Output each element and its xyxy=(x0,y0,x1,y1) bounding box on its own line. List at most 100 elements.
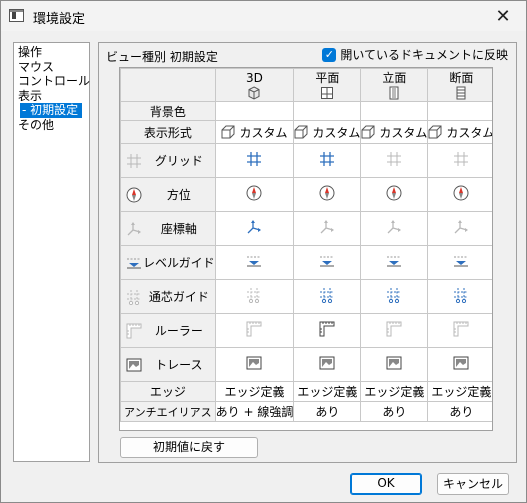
ok-button[interactable]: OK xyxy=(350,473,422,495)
core-guide-icon xyxy=(127,289,141,305)
col-header-plan[interactable]: 平面 xyxy=(293,68,362,102)
row-label-trace: トレース xyxy=(120,347,216,382)
style-value: カスタム xyxy=(446,125,493,140)
category-list[interactable]: 操作 マウス コントロール 表示 - 初期設定 その他 xyxy=(13,42,90,462)
axes-icon xyxy=(320,220,335,234)
edge-cell-3d[interactable]: エッジ定義 xyxy=(214,381,295,402)
row-label-background: 背景色 xyxy=(120,101,216,121)
bg-color-elevation[interactable] xyxy=(360,101,429,121)
level-guide-icon xyxy=(320,256,335,267)
nav-item-other[interactable]: その他 xyxy=(18,118,89,133)
edge-cell-section[interactable]: エッジ定義 xyxy=(427,381,492,402)
level-guide-cell-3d[interactable] xyxy=(214,245,295,280)
corner-cell xyxy=(120,68,216,102)
nav-item-mouse[interactable]: マウス xyxy=(18,60,89,75)
compass-cell-3d[interactable] xyxy=(214,177,295,212)
core-guide-icon xyxy=(387,288,402,304)
close-button[interactable]: ✕ xyxy=(480,1,526,31)
level-guide-icon xyxy=(454,256,469,267)
core-guide-cell-section[interactable] xyxy=(427,279,492,314)
compass-cell-plan[interactable] xyxy=(293,177,362,212)
trace-cell-section[interactable] xyxy=(427,347,492,382)
core-guide-cell-plan[interactable] xyxy=(293,279,362,314)
nav-item-display[interactable]: 表示 xyxy=(18,89,89,104)
core-guide-cell-elevation[interactable] xyxy=(360,279,429,314)
ruler-cell-plan[interactable] xyxy=(293,313,362,348)
level-guide-cell-elevation[interactable] xyxy=(360,245,429,280)
ruler-cell-3d[interactable] xyxy=(214,313,295,348)
cancel-button[interactable]: キャンセル xyxy=(437,473,509,495)
antialias-cell-elevation[interactable]: あり xyxy=(360,401,429,422)
col-header-3d[interactable]: 3D xyxy=(214,68,295,102)
window-title: 環境設定 xyxy=(33,12,86,27)
grid-icon xyxy=(320,152,335,166)
row-label-text: エッジ xyxy=(149,385,186,399)
section-icon xyxy=(456,86,466,99)
grid-cell-section[interactable] xyxy=(427,143,492,178)
grid-cell-plan[interactable] xyxy=(293,143,362,178)
style-cell-plan[interactable]: カスタム xyxy=(293,120,362,144)
cube-style-icon xyxy=(361,125,375,139)
antialias-cell-plan[interactable]: あり xyxy=(293,401,362,422)
title-bar: 環境設定 ✕ xyxy=(1,1,526,31)
axes-cell-3d[interactable] xyxy=(214,211,295,246)
antialias-cell-3d[interactable]: あり + 線強調 xyxy=(214,401,295,422)
col-label-3d: 3D xyxy=(246,70,263,85)
axes-cell-section[interactable] xyxy=(427,211,492,246)
nav-item-control[interactable]: コントロール xyxy=(18,74,90,89)
grid-cell-3d[interactable] xyxy=(214,143,295,178)
row-label-text: 通芯ガイド xyxy=(148,290,209,304)
row-label-text: グリッド xyxy=(154,154,203,168)
elevation-icon xyxy=(389,86,399,99)
style-cell-3d[interactable]: カスタム xyxy=(214,120,295,144)
bg-color-plan[interactable] xyxy=(293,101,362,121)
axes-icon xyxy=(127,221,141,235)
col-header-elevation[interactable]: 立面 xyxy=(360,68,429,102)
style-value: カスタム xyxy=(239,125,288,140)
col-header-section[interactable]: 断面 xyxy=(427,68,492,102)
edge-cell-elevation[interactable]: エッジ定義 xyxy=(360,381,429,402)
reset-defaults-button[interactable]: 初期値に戻す xyxy=(120,437,258,458)
bg-color-3d[interactable] xyxy=(214,101,295,121)
col-label-section: 断面 xyxy=(449,70,474,85)
style-cell-elevation[interactable]: カスタム xyxy=(360,120,429,144)
compass-cell-section[interactable] xyxy=(427,177,492,212)
row-label-text: 座標軸 xyxy=(160,222,197,236)
grid-cell-elevation[interactable] xyxy=(360,143,429,178)
row-label-display-style: 表示形式 xyxy=(120,120,216,144)
cube-style-icon xyxy=(294,125,308,139)
preferences-dialog: 環境設定 ✕ 操作 マウス コントロール 表示 - 初期設定 その他 ビュー種別… xyxy=(0,0,527,503)
axes-cell-elevation[interactable] xyxy=(360,211,429,246)
axes-cell-plan[interactable] xyxy=(293,211,362,246)
nav-item-initial-settings[interactable]: - 初期設定 xyxy=(20,103,82,118)
level-guide-icon xyxy=(127,258,141,268)
style-cell-section[interactable]: カスタム xyxy=(427,120,493,144)
trace-cell-plan[interactable] xyxy=(293,347,362,382)
apply-to-open-docs[interactable]: ✓ 開いているドキュメントに反映 xyxy=(322,46,508,63)
trace-cell-elevation[interactable] xyxy=(360,347,429,382)
core-guide-icon xyxy=(454,288,469,304)
trace-cell-3d[interactable] xyxy=(214,347,295,382)
nav-item-operation[interactable]: 操作 xyxy=(18,45,89,60)
core-guide-cell-3d[interactable] xyxy=(214,279,295,314)
axes-icon xyxy=(248,220,262,234)
row-label-text: レベルガイド xyxy=(143,256,215,270)
panel-title: ビュー種別 初期設定 xyxy=(106,50,218,64)
ruler-icon xyxy=(319,321,335,337)
compass-icon xyxy=(386,185,402,201)
antialias-cell-section[interactable]: あり xyxy=(427,401,492,422)
view-settings-grid: 3D 平面 立面 断面 背景色 表示形式 カスタム カスタム カスタム カスタム… xyxy=(119,67,493,431)
edge-cell-plan[interactable]: エッジ定義 xyxy=(293,381,362,402)
ruler-cell-section[interactable] xyxy=(427,313,492,348)
grid-icon xyxy=(387,152,402,166)
trace-icon xyxy=(319,356,335,370)
row-label-text: トレース xyxy=(155,358,203,372)
level-guide-cell-plan[interactable] xyxy=(293,245,362,280)
apply-checkbox[interactable]: ✓ xyxy=(322,47,337,62)
ruler-icon xyxy=(453,321,469,337)
grid-icon xyxy=(454,152,469,166)
ruler-cell-elevation[interactable] xyxy=(360,313,429,348)
compass-cell-elevation[interactable] xyxy=(360,177,429,212)
level-guide-cell-section[interactable] xyxy=(427,245,492,280)
bg-color-section[interactable] xyxy=(427,101,492,121)
